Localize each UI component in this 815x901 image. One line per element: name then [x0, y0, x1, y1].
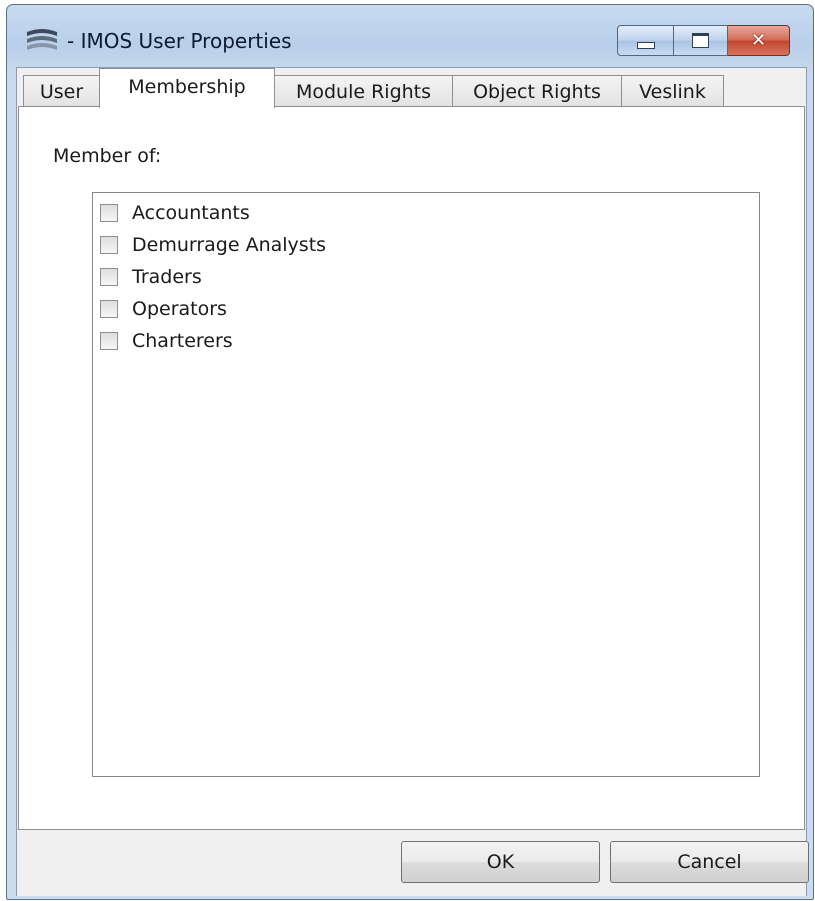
dialog-footer: OK Cancel [17, 829, 809, 896]
tab-object-rights[interactable]: Object Rights [452, 75, 622, 107]
group-item-demurrage-analysts[interactable]: Demurrage Analysts [100, 231, 326, 259]
user-properties-window: - IMOS User Properties ✕ User Membership… [6, 4, 814, 900]
maximize-icon [692, 33, 709, 48]
dialog-client-area: User Membership Module Rights Object Rig… [16, 67, 809, 896]
group-checkbox[interactable] [100, 236, 118, 254]
minimize-icon [636, 42, 655, 49]
group-item-accountants[interactable]: Accountants [100, 199, 250, 227]
tab-user[interactable]: User [23, 75, 100, 107]
group-checkbox[interactable] [100, 332, 118, 350]
group-item-operators[interactable]: Operators [100, 295, 227, 323]
imos-logo-icon [25, 27, 59, 53]
minimize-button[interactable] [617, 25, 674, 56]
tab-strip: User Membership Module Rights Object Rig… [17, 68, 806, 108]
tab-module-rights[interactable]: Module Rights [274, 75, 453, 107]
group-checkbox[interactable] [100, 204, 118, 222]
cancel-button[interactable]: Cancel [610, 841, 809, 883]
maximize-button[interactable] [674, 25, 728, 56]
window-title: - IMOS User Properties [67, 29, 292, 53]
group-label: Accountants [132, 202, 250, 224]
groups-checklist[interactable]: Accountants Demurrage Analysts Traders O… [92, 192, 760, 777]
title-bar[interactable]: - IMOS User Properties ✕ [7, 5, 813, 67]
close-button[interactable]: ✕ [728, 25, 790, 56]
group-label: Traders [132, 266, 202, 288]
group-item-charterers[interactable]: Charterers [100, 327, 233, 355]
tab-membership[interactable]: Membership [99, 68, 275, 108]
group-label: Demurrage Analysts [132, 234, 327, 256]
member-of-label: Member of: [53, 145, 162, 167]
ok-button[interactable]: OK [401, 841, 600, 883]
group-item-traders[interactable]: Traders [100, 263, 202, 291]
group-label: Charterers [132, 330, 233, 352]
group-checkbox[interactable] [100, 300, 118, 318]
tab-veslink[interactable]: Veslink [621, 75, 724, 107]
group-checkbox[interactable] [100, 268, 118, 286]
close-icon: ✕ [750, 29, 767, 51]
group-label: Operators [132, 298, 227, 320]
